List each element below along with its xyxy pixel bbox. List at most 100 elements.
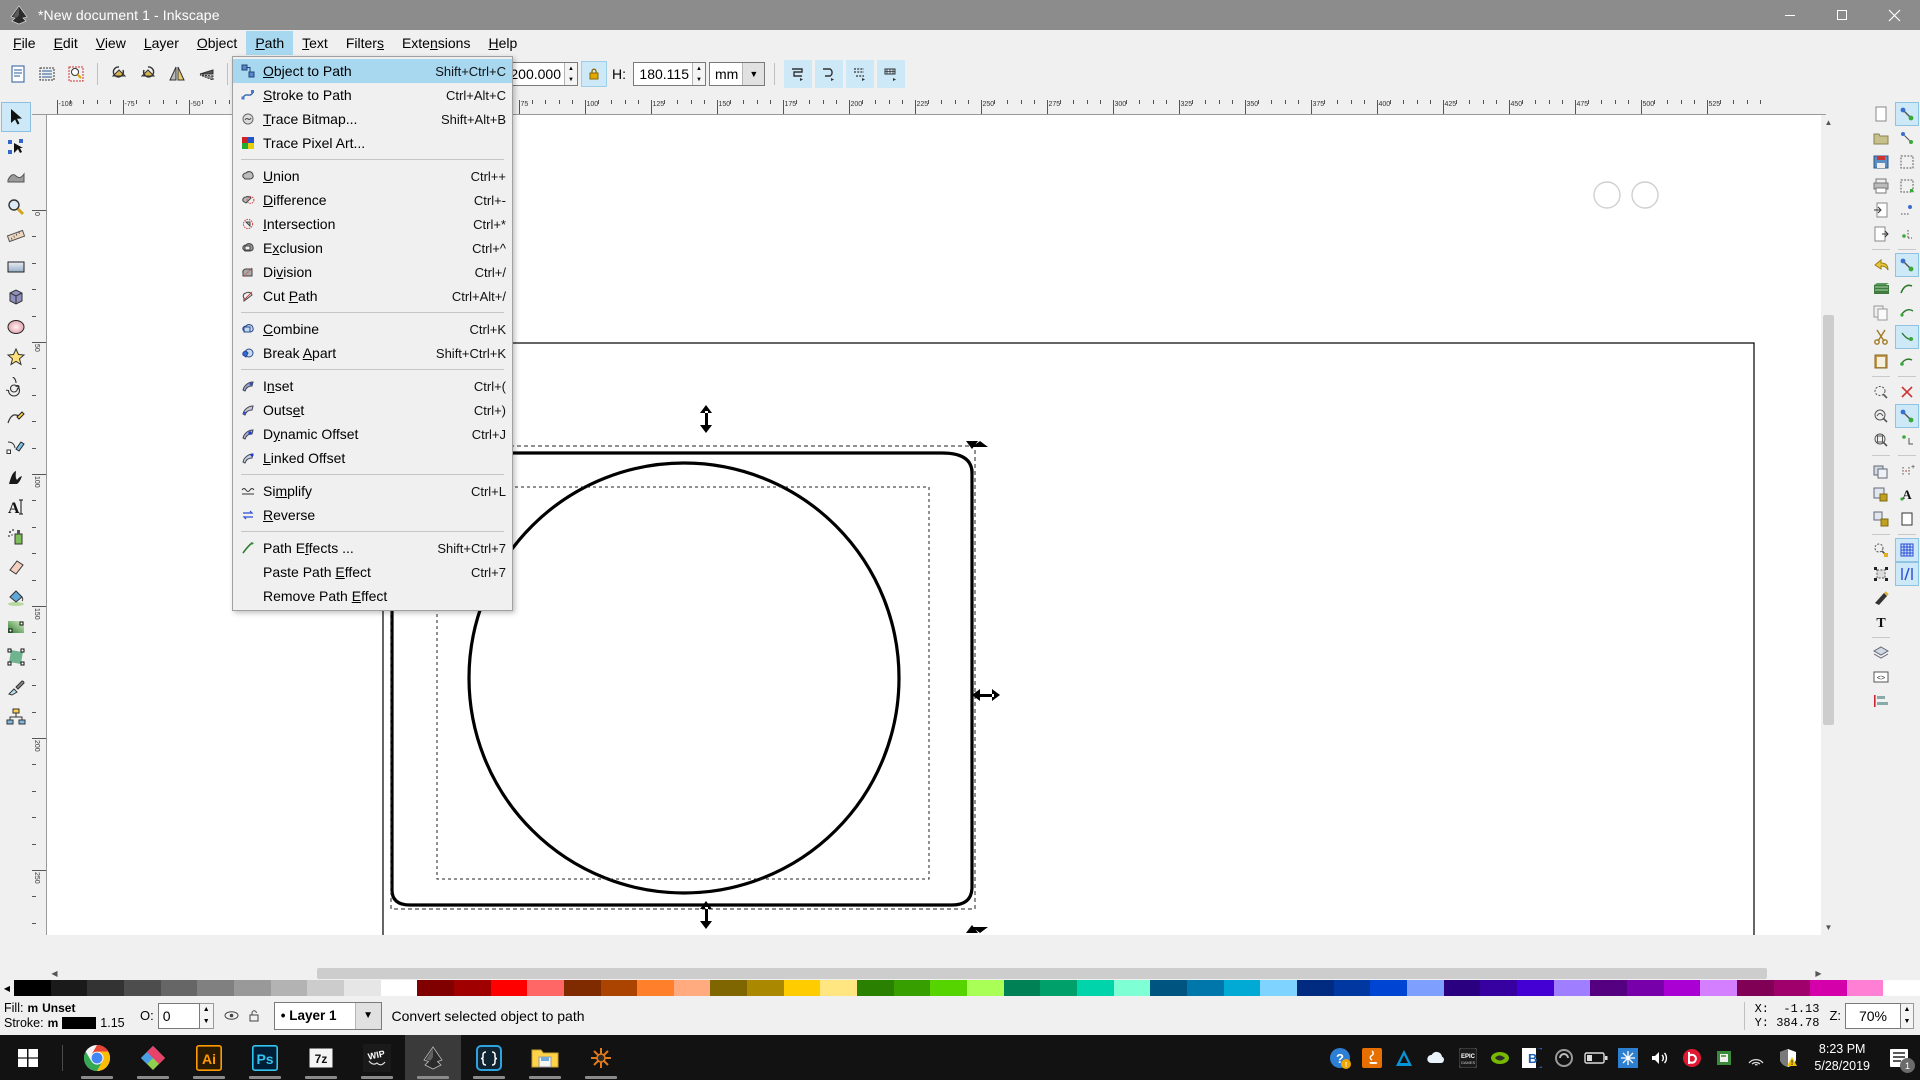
menu-item-cut-path[interactable]: Cut Path Ctrl+Alt+/: [233, 284, 512, 308]
open-document-icon[interactable]: [33, 60, 61, 88]
snap-text-baseline-icon[interactable]: A: [1895, 483, 1919, 507]
rectangle-tool[interactable]: [1, 252, 31, 282]
zoom-control[interactable]: Z: 70% ▲▼: [1829, 1003, 1914, 1029]
stroke-color-swatch[interactable]: [62, 1017, 96, 1029]
eyedropper-tool[interactable]: [1, 672, 31, 702]
open-folder-icon[interactable]: [1869, 126, 1893, 150]
eraser-tool[interactable]: [1, 552, 31, 582]
palette-swatch[interactable]: [527, 980, 564, 996]
zoom-selection-icon[interactable]: [1869, 380, 1893, 404]
height-input[interactable]: [634, 63, 692, 85]
palette-swatch[interactable]: [1040, 980, 1077, 996]
rotate-ccw-icon[interactable]: [105, 60, 133, 88]
gradient-tool[interactable]: [1, 612, 31, 642]
snap-bbox-corner-icon[interactable]: [1895, 174, 1919, 198]
menu-filters[interactable]: Filters: [337, 31, 393, 55]
palette-swatch[interactable]: [51, 980, 88, 996]
snap-object-center-icon[interactable]: [1895, 428, 1919, 452]
palette-swatch[interactable]: [1004, 980, 1041, 996]
volume-icon[interactable]: [1644, 1035, 1676, 1080]
zoom-page-icon[interactable]: [1869, 428, 1893, 452]
menu-item-difference[interactable]: Difference Ctrl+-: [233, 188, 512, 212]
menu-item-stroke-to-path[interactable]: Stroke to Path Ctrl+Alt+C: [233, 83, 512, 107]
snap-path-intersection-icon[interactable]: [1895, 301, 1919, 325]
ellipse-tool[interactable]: [1, 312, 31, 342]
selector-tool[interactable]: [1, 102, 31, 132]
palette-swatch[interactable]: [1480, 980, 1517, 996]
security-warning-icon[interactable]: !: [1772, 1035, 1804, 1080]
eye-icon[interactable]: [220, 1009, 244, 1022]
snap-bbox-edge-icon[interactable]: [1895, 150, 1919, 174]
new-icon[interactable]: [1869, 102, 1893, 126]
wip-icon[interactable]: WIP: [349, 1035, 405, 1080]
calligraphy-tool[interactable]: [1, 462, 31, 492]
print-icon[interactable]: [1869, 174, 1893, 198]
redo-icon[interactable]: [1869, 277, 1893, 301]
snap-midpoint-icon[interactable]: [1895, 380, 1919, 404]
zoom-drawing-icon[interactable]: [1869, 404, 1893, 428]
affect-rounded-corners-icon[interactable]: [815, 60, 843, 88]
star-tool[interactable]: [1, 342, 31, 372]
palette-swatch[interactable]: [674, 980, 711, 996]
opacity-stepper[interactable]: ▲▼: [200, 1003, 214, 1029]
menu-view[interactable]: View: [87, 31, 135, 55]
save-icon[interactable]: [1869, 150, 1893, 174]
menu-item-path-effects[interactable]: Path Effects ... Shift+Ctrl+7: [233, 536, 512, 560]
node-tool[interactable]: [1, 132, 31, 162]
scroll-right-button[interactable]: ▶: [1811, 966, 1826, 981]
affect-gradients-icon[interactable]: [846, 60, 874, 88]
menu-item-union[interactable]: Union Ctrl++: [233, 164, 512, 188]
menu-help[interactable]: Help: [479, 31, 526, 55]
menu-item-dynamic-offset[interactable]: Dynamic Offset Ctrl+J: [233, 422, 512, 446]
creative-cloud-icon[interactable]: [1548, 1035, 1580, 1080]
menu-item-trace-pixel-art[interactable]: Trace Pixel Art...: [233, 131, 512, 155]
palette-swatch[interactable]: [1847, 980, 1884, 996]
battery-icon[interactable]: [1580, 1035, 1612, 1080]
copy-icon[interactable]: [1869, 301, 1893, 325]
cut-icon[interactable]: [1869, 325, 1893, 349]
snap-cusp-node-icon[interactable]: [1895, 325, 1919, 349]
beats-icon[interactable]: [1676, 1035, 1708, 1080]
palette-swatch[interactable]: [1700, 980, 1737, 996]
palette-swatch[interactable]: [307, 980, 344, 996]
menu-item-trace-bitmap[interactable]: Trace Bitmap... Shift+Alt+B: [233, 107, 512, 131]
palette-swatch[interactable]: [1517, 980, 1554, 996]
taskbar-clock[interactable]: 8:23 PM 5/28/2019: [1804, 1041, 1880, 1075]
snap-smooth-node-icon[interactable]: [1895, 349, 1919, 373]
menu-item-break-apart[interactable]: Break Apart Shift+Ctrl+K: [233, 341, 512, 365]
help-question-icon[interactable]: ?!: [1324, 1035, 1356, 1080]
connector-tool[interactable]: [1, 702, 31, 732]
palette-swatch[interactable]: [601, 980, 638, 996]
height-stepper[interactable]: ▲▼: [692, 63, 705, 85]
scroll-up-button[interactable]: ▲: [1821, 115, 1836, 130]
menu-edit[interactable]: Edit: [45, 31, 87, 55]
width-field[interactable]: ▲▼: [505, 62, 578, 86]
palette-swatch[interactable]: [930, 980, 967, 996]
width-stepper[interactable]: ▲▼: [564, 63, 577, 85]
palette-swatch[interactable]: [1114, 980, 1151, 996]
object-properties-icon[interactable]: [1869, 538, 1893, 562]
affect-patterns-icon[interactable]: [877, 60, 905, 88]
snap-page-border-icon[interactable]: [1895, 507, 1919, 531]
tweak-tool[interactable]: [1, 162, 31, 192]
menu-item-linked-offset[interactable]: Linked Offset: [233, 446, 512, 470]
nvidia-icon[interactable]: [1484, 1035, 1516, 1080]
palette-swatch[interactable]: [381, 980, 418, 996]
java-icon[interactable]: [1356, 1035, 1388, 1080]
palette-swatch[interactable]: [1664, 980, 1701, 996]
close-button[interactable]: [1868, 0, 1920, 30]
unit-select[interactable]: mm ▼: [709, 62, 765, 86]
bezier-pen-tool[interactable]: [1, 432, 31, 462]
menu-item-reverse[interactable]: Reverse: [233, 503, 512, 527]
pencil-tool[interactable]: [1, 402, 31, 432]
mesh-gradient-tool[interactable]: [1, 642, 31, 672]
snap-bounding-box-icon[interactable]: [1895, 126, 1919, 150]
palette-swatch[interactable]: [1774, 980, 1811, 996]
group-icon[interactable]: [1869, 483, 1893, 507]
inkscape-icon[interactable]: [405, 1035, 461, 1080]
palette-swatch[interactable]: [344, 980, 381, 996]
menu-item-inset[interactable]: Inset Ctrl+(: [233, 374, 512, 398]
scroll-down-button[interactable]: ▼: [1821, 920, 1836, 935]
menu-item-division[interactable]: Division Ctrl+/: [233, 260, 512, 284]
menu-item-exclusion[interactable]: Exclusion Ctrl+^: [233, 236, 512, 260]
